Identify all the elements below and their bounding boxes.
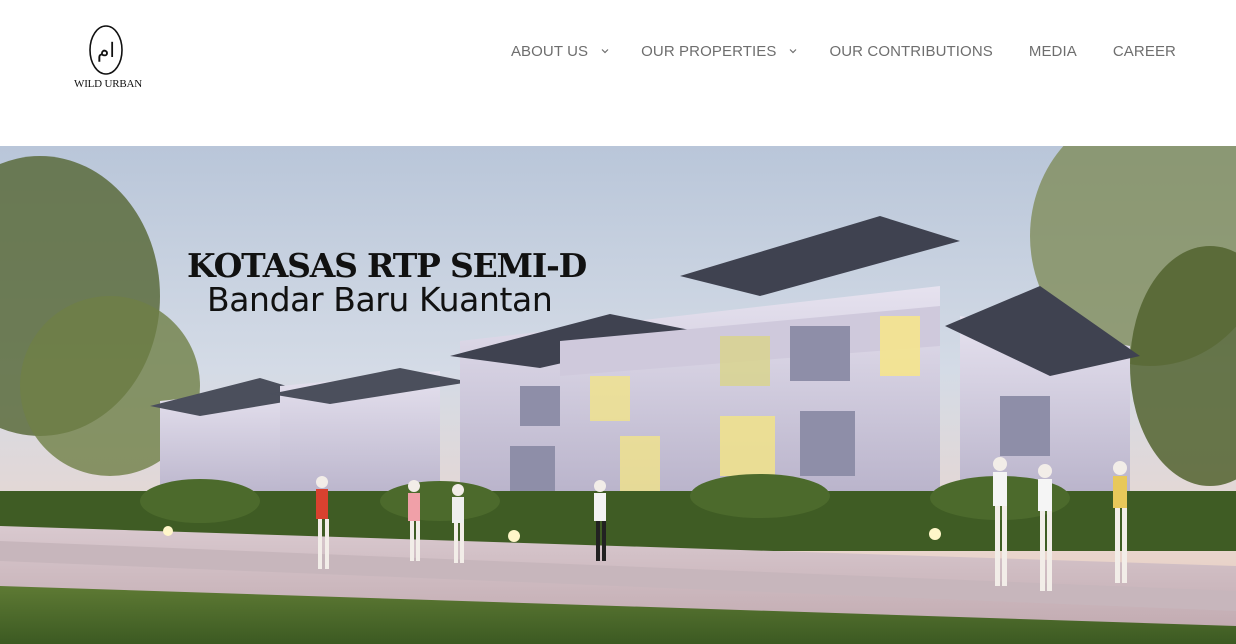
nav-label: OUR PROPERTIES xyxy=(641,42,777,60)
logo-mark-icon: ام xyxy=(89,25,123,75)
main-nav: ABOUT US OUR PROPERTIES OUR CONTRIBUTION… xyxy=(511,40,1176,62)
brand-logo[interactable]: ام WILD URBAN xyxy=(72,24,144,94)
nav-our-contributions[interactable]: OUR CONTRIBUTIONS xyxy=(829,43,992,60)
nav-about-us[interactable]: ABOUT US xyxy=(511,43,610,60)
chevron-down-icon xyxy=(790,49,797,54)
hero-subtitle: Bandar Baru Kuantan xyxy=(207,280,553,319)
nav-career[interactable]: CAREER xyxy=(1113,43,1176,60)
nav-label: ABOUT US xyxy=(510,42,589,60)
nav-media[interactable]: MEDIA xyxy=(1029,43,1077,60)
svg-text:ام: ام xyxy=(97,38,115,62)
hero-banner: KOTASAS RTP SEMI-D Bandar Baru Kuantan xyxy=(0,146,1236,644)
chevron-down-icon xyxy=(601,49,609,54)
brand-name: WILD URBAN xyxy=(74,78,142,90)
nav-label: MEDIA xyxy=(1028,42,1077,60)
site-header: ام WILD URBAN ABOUT US OUR PROPERTIES OU… xyxy=(0,0,1236,146)
nav-label: CAREER xyxy=(1112,42,1176,60)
hero-image xyxy=(0,146,1236,644)
nav-label: OUR CONTRIBUTIONS xyxy=(829,42,993,60)
nav-our-properties[interactable]: OUR PROPERTIES xyxy=(641,43,798,60)
